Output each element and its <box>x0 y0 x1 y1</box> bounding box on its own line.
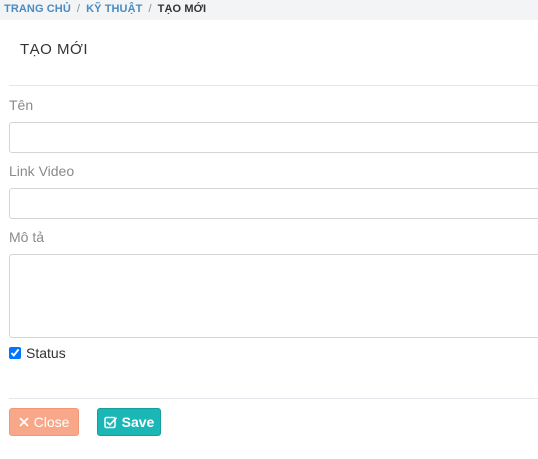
footer-divider <box>9 398 538 399</box>
status-checkbox-row[interactable]: Status <box>9 345 66 361</box>
breadcrumb-section-link[interactable]: KỸ THUẬT <box>86 3 142 15</box>
times-icon <box>19 417 29 427</box>
breadcrumb-home-link[interactable]: TRANG CHỦ <box>4 3 71 15</box>
save-button-label: Save <box>121 414 155 430</box>
breadcrumb: TRANG CHỦ / KỸ THUẬT / TẠO MỚI <box>4 3 206 15</box>
name-input[interactable] <box>9 122 538 153</box>
close-button-label: Close <box>33 414 70 430</box>
panel-title: TẠO MỚI <box>20 41 89 58</box>
check-square-icon <box>103 416 117 429</box>
name-label: Tên <box>9 97 34 113</box>
save-button[interactable]: Save <box>97 408 161 436</box>
link-video-label: Link Video <box>9 163 75 179</box>
form-panel: TẠO MỚI Tên Link Video Mô tả Status Clos… <box>0 20 538 459</box>
breadcrumb-separator: / <box>148 3 152 15</box>
link-video-input[interactable] <box>9 188 538 219</box>
description-label: Mô tả <box>9 229 45 245</box>
breadcrumb-separator: / <box>76 3 81 15</box>
description-textarea[interactable] <box>9 254 538 338</box>
header-divider <box>9 85 538 86</box>
status-label: Status <box>26 345 66 361</box>
close-button[interactable]: Close <box>9 408 79 436</box>
status-checkbox[interactable] <box>9 347 21 359</box>
breadcrumb-current: TẠO MỚI <box>157 3 207 15</box>
